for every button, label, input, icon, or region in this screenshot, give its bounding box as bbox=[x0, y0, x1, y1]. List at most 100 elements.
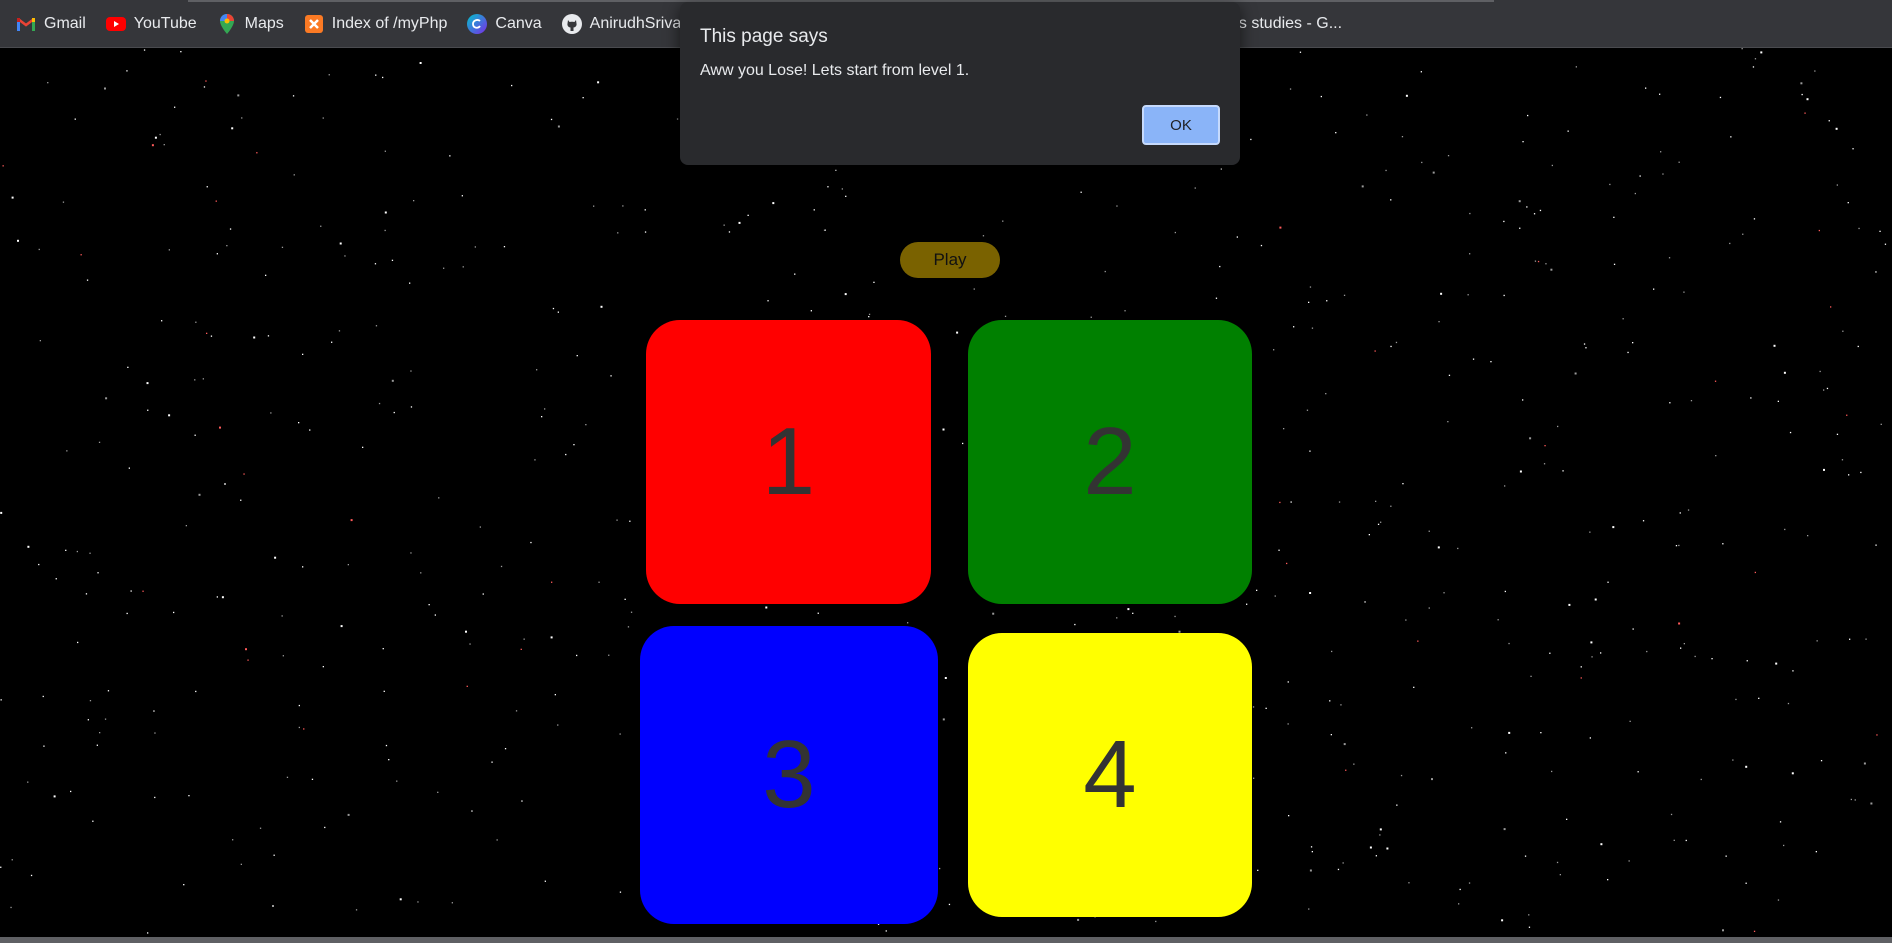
star bbox=[1458, 903, 1460, 905]
star bbox=[1368, 534, 1370, 536]
star bbox=[523, 638, 525, 640]
star bbox=[1265, 707, 1267, 709]
star bbox=[530, 541, 532, 544]
star bbox=[973, 288, 975, 290]
star bbox=[1752, 66, 1755, 68]
bookmark-label: ess studies - G... bbox=[1222, 15, 1343, 32]
star bbox=[1325, 393, 1327, 395]
star bbox=[1219, 265, 1221, 268]
ok-button[interactable]: OK bbox=[1142, 105, 1220, 145]
star bbox=[1310, 846, 1313, 848]
star bbox=[43, 745, 45, 747]
star bbox=[347, 813, 350, 816]
bookmark-gmail[interactable]: Gmail bbox=[16, 14, 86, 34]
star bbox=[1628, 860, 1630, 862]
star bbox=[1600, 652, 1602, 654]
star bbox=[550, 636, 553, 639]
star bbox=[466, 685, 468, 687]
star bbox=[17, 239, 19, 242]
bookmark-canva[interactable]: Canva bbox=[467, 13, 542, 34]
star bbox=[1612, 526, 1615, 529]
star bbox=[1527, 114, 1529, 117]
star bbox=[1820, 760, 1823, 762]
star bbox=[1215, 297, 1218, 299]
star bbox=[1779, 821, 1782, 823]
star bbox=[1386, 847, 1389, 850]
star bbox=[1551, 770, 1553, 773]
star bbox=[1777, 899, 1780, 901]
star bbox=[53, 795, 56, 798]
star bbox=[1574, 372, 1577, 375]
star bbox=[1116, 205, 1118, 207]
star bbox=[617, 232, 619, 234]
star bbox=[1437, 546, 1440, 549]
bookmark-youtube[interactable]: YouTube bbox=[105, 14, 197, 34]
star bbox=[1440, 292, 1443, 295]
star bbox=[237, 94, 240, 97]
star bbox=[1742, 233, 1744, 235]
star bbox=[1353, 763, 1355, 765]
star bbox=[130, 590, 132, 592]
star bbox=[1385, 169, 1387, 172]
star bbox=[1289, 88, 1292, 90]
star bbox=[1519, 227, 1521, 229]
star bbox=[1503, 828, 1506, 831]
star bbox=[1524, 855, 1527, 857]
star bbox=[399, 898, 402, 901]
star bbox=[1823, 468, 1825, 471]
star bbox=[1801, 93, 1803, 96]
star bbox=[449, 155, 451, 157]
star bbox=[147, 409, 149, 411]
star bbox=[180, 51, 182, 53]
star bbox=[1002, 220, 1004, 222]
bookmark-maps[interactable]: Maps bbox=[217, 13, 284, 34]
bookmark-overflow[interactable]: ess studies - G... bbox=[1222, 0, 1342, 48]
star bbox=[1850, 798, 1852, 801]
star bbox=[311, 778, 314, 780]
star bbox=[298, 704, 300, 707]
star bbox=[1537, 260, 1540, 263]
star bbox=[240, 863, 242, 865]
game-tile-4[interactable]: 4 bbox=[968, 633, 1252, 917]
game-area bbox=[0, 48, 1892, 937]
play-button[interactable]: Play bbox=[900, 242, 1000, 278]
star bbox=[630, 611, 633, 613]
star bbox=[573, 444, 575, 446]
star bbox=[272, 905, 274, 907]
star bbox=[956, 331, 959, 334]
game-tile-2[interactable]: 2 bbox=[968, 320, 1252, 604]
star bbox=[1659, 93, 1661, 95]
star bbox=[1405, 619, 1407, 621]
bookmark-github[interactable]: AnirudhSrivast bbox=[561, 13, 694, 34]
star bbox=[1678, 161, 1680, 163]
star bbox=[1607, 581, 1609, 583]
star bbox=[1469, 253, 1471, 255]
bookmark-index-myphp[interactable]: Index of /myPhp bbox=[304, 14, 447, 34]
star bbox=[1526, 206, 1528, 208]
star bbox=[1863, 762, 1866, 765]
star bbox=[1519, 470, 1522, 473]
game-tile-1[interactable]: 1 bbox=[646, 320, 931, 604]
star bbox=[322, 666, 324, 668]
star bbox=[1816, 640, 1818, 642]
star bbox=[1673, 839, 1675, 841]
star bbox=[1364, 601, 1366, 603]
star bbox=[723, 224, 725, 226]
star bbox=[1428, 607, 1430, 609]
star bbox=[1865, 638, 1867, 640]
star bbox=[293, 174, 295, 176]
star bbox=[126, 612, 128, 615]
star bbox=[1236, 236, 1238, 238]
star bbox=[1400, 774, 1403, 777]
star bbox=[1503, 220, 1505, 223]
star bbox=[154, 732, 156, 734]
star bbox=[174, 106, 176, 108]
star bbox=[87, 719, 89, 721]
star bbox=[384, 211, 387, 214]
star bbox=[1639, 175, 1641, 177]
star bbox=[1842, 330, 1844, 332]
star bbox=[1783, 844, 1785, 847]
bookmark-label: Maps bbox=[244, 14, 284, 32]
star bbox=[1540, 732, 1542, 734]
game-tile-3[interactable]: 3 bbox=[640, 626, 938, 924]
